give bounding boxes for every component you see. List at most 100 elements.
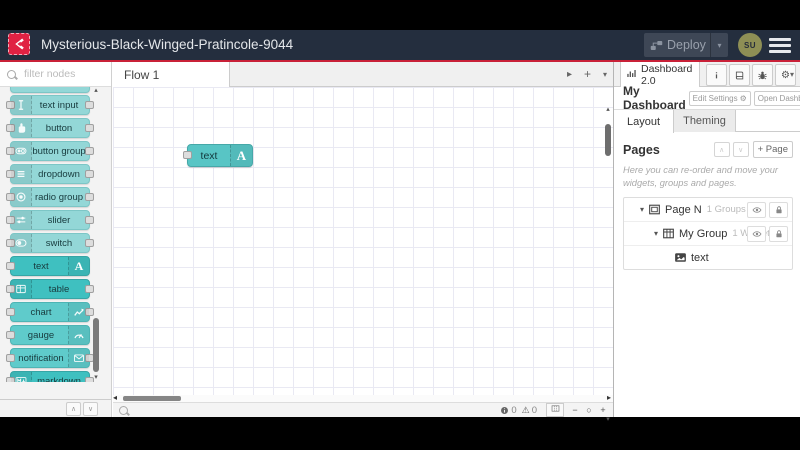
open-dashboard-button[interactable]: Open Dashboard ↗	[753, 90, 800, 106]
deploy-options-caret-icon[interactable]: ▾	[710, 33, 728, 57]
instance-title: Mysterious-Black-Winged-Pratincole-9044	[41, 37, 294, 52]
palette-node-text-input[interactable]: text input	[6, 95, 94, 115]
header-bar: Mysterious-Black-Winged-Pratincole-9044 …	[0, 30, 800, 62]
canvas-horizontal-scrollbar[interactable]: ◂ ▸	[113, 393, 613, 402]
palette-node-label: button	[45, 122, 73, 134]
canvas-node-text[interactable]: text A	[183, 144, 253, 167]
tree-row-text[interactable]: text	[624, 246, 792, 269]
user-avatar[interactable]: SU	[738, 33, 762, 57]
main-menu-button[interactable]	[769, 38, 791, 53]
palette-node-switch[interactable]: switch	[6, 233, 94, 253]
scroll-down-icon[interactable]: ▾	[92, 374, 100, 382]
flow-list-caret-icon[interactable]: ▾	[603, 70, 607, 79]
palette-scroll-thumb[interactable]	[93, 318, 99, 372]
palette-node-label	[11, 87, 89, 92]
palette-node-button-group[interactable]: button group	[6, 141, 94, 161]
warning-count[interactable]: ⚠ 0	[522, 405, 537, 416]
palette-node-label: dropdown	[38, 168, 80, 180]
palette-node-partial[interactable]	[10, 87, 90, 93]
add-flow-icon[interactable]: +	[584, 67, 591, 81]
tree-item-label: My Group	[679, 227, 728, 240]
tab-theming[interactable]: Theming	[674, 110, 736, 132]
lock-toggle-button[interactable]	[769, 226, 788, 243]
scroll-left-icon[interactable]: ◂	[113, 393, 117, 402]
letter-A-icon: A	[68, 257, 89, 275]
zoom-reset-button[interactable]: ○	[582, 404, 596, 416]
add-page-button[interactable]: + Page	[752, 141, 793, 158]
expand-categories-button[interactable]: ∨	[83, 401, 98, 416]
book-button[interactable]	[729, 64, 750, 86]
palette-node-label: button group	[32, 145, 86, 157]
pages-header: Pages ∧ ∨ + Page	[623, 141, 793, 158]
next-tab-icon[interactable]: ▸	[567, 69, 572, 80]
tab-bar-buttons: ▸ + ▾	[567, 62, 607, 86]
filter-nodes-input[interactable]	[22, 67, 104, 81]
page-icon	[648, 203, 661, 216]
move-down-button[interactable]: ∨	[732, 142, 749, 157]
palette-node-label: table	[48, 283, 70, 295]
info-button[interactable]	[706, 64, 727, 86]
tab-flow-1[interactable]: Flow 1	[113, 62, 230, 87]
info-count[interactable]: 0	[500, 405, 517, 416]
collapse-categories-button[interactable]: ∧	[66, 401, 81, 416]
tree-row-My-Group[interactable]: ▾My Group1 Widgets	[624, 222, 792, 247]
palette-node-text[interactable]: Atext	[6, 256, 90, 276]
right-sidebar: Dashboard 2.0 ⚙ ▾ My Dashboard Edit Sett…	[613, 62, 800, 417]
zoom-in-button[interactable]: +	[596, 404, 610, 416]
dashboard-name: My Dashboard	[623, 84, 686, 112]
deploy-icon	[650, 39, 663, 52]
lock-toggle-button[interactable]	[769, 202, 788, 219]
vertical-scroll-thumb[interactable]	[605, 124, 611, 156]
move-up-button[interactable]: ∧	[713, 142, 730, 157]
palette-node-dropdown[interactable]: dropdown	[6, 164, 94, 184]
flow-tab-bar: Flow 1 ▸ + ▾	[113, 62, 613, 87]
canvas-vertical-scrollbar[interactable]: ▴ ▾	[604, 106, 612, 423]
hamburger-icon	[769, 38, 791, 41]
palette-node-slider[interactable]: slider	[6, 210, 94, 230]
palette-node-label: text input	[39, 99, 79, 111]
flow-canvas[interactable]: text A ▴ ▾	[113, 87, 613, 423]
tree-item-meta: 1 Groups	[706, 204, 746, 216]
palette-node-label: gauge	[27, 329, 55, 341]
navigator-toggle-button[interactable]	[546, 403, 564, 417]
bug-button[interactable]	[752, 64, 773, 86]
tree-row-Page-N[interactable]: ▾ Page N 1 Groups	[624, 198, 792, 223]
palette-node-table[interactable]: table	[6, 279, 94, 299]
edit-settings-button[interactable]: Edit Settings ⚙	[688, 90, 751, 106]
scroll-up-icon[interactable]: ▴	[604, 106, 612, 114]
main-area: text input button button group dropdown radi…	[0, 62, 800, 423]
info-circle-icon	[500, 406, 509, 415]
palette-node-notification[interactable]: notification	[6, 348, 94, 368]
sidebar-menu-caret-icon[interactable]: ▾	[790, 70, 794, 79]
zoom-out-button[interactable]: −	[568, 404, 582, 416]
scroll-up-icon[interactable]: ▴	[92, 87, 100, 95]
palette-node-chart[interactable]: chart	[6, 302, 94, 322]
tab-layout[interactable]: Layout	[614, 110, 674, 133]
palette-node-gauge[interactable]: gauge	[6, 325, 90, 345]
pages-tree: ▾Page N1 Groups▾My Group1 Widgetstext	[623, 197, 793, 271]
dashboard-subtabs: Layout Theming	[614, 110, 800, 133]
scroll-down-icon[interactable]: ▾	[604, 416, 612, 424]
layout-panel: Pages ∧ ∨ + Page Here you can re-order a…	[614, 133, 800, 417]
flowfuse-logo-icon[interactable]	[8, 33, 30, 55]
gear-icon: ⚙	[781, 69, 790, 81]
sidebar-tab-label: Dashboard 2.0	[641, 62, 693, 87]
visibility-toggle-button[interactable]	[747, 202, 766, 219]
search-flows-icon[interactable]	[119, 405, 128, 415]
deploy-button[interactable]: Deploy ▾	[644, 33, 728, 57]
palette-footer: ∧ ∨	[0, 399, 111, 417]
scroll-right-icon[interactable]: ▸	[607, 393, 611, 402]
chevron-down-icon[interactable]: ▾	[654, 229, 658, 238]
palette-node-radio-group[interactable]: radio group	[6, 187, 94, 207]
palette-node-markdown[interactable]: markdown	[6, 371, 94, 382]
pages-heading: Pages	[623, 142, 660, 157]
palette-node-label: radio group	[34, 191, 84, 203]
palette-node-button[interactable]: button	[6, 118, 94, 138]
horizontal-scroll-thumb[interactable]	[123, 396, 181, 401]
palette-node-label: chart	[30, 306, 52, 318]
palette-scrollbar[interactable]: ▴ ▾	[92, 87, 100, 382]
flow-canvas-area: Flow 1 ▸ + ▾ text A ▴ ▾ ◂ ▸ 0 ⚠ 0 − ○ +	[113, 62, 613, 423]
chevron-down-icon[interactable]: ▾	[640, 205, 644, 214]
visibility-toggle-button[interactable]	[747, 226, 766, 243]
canvas-node-label: text	[200, 149, 218, 162]
